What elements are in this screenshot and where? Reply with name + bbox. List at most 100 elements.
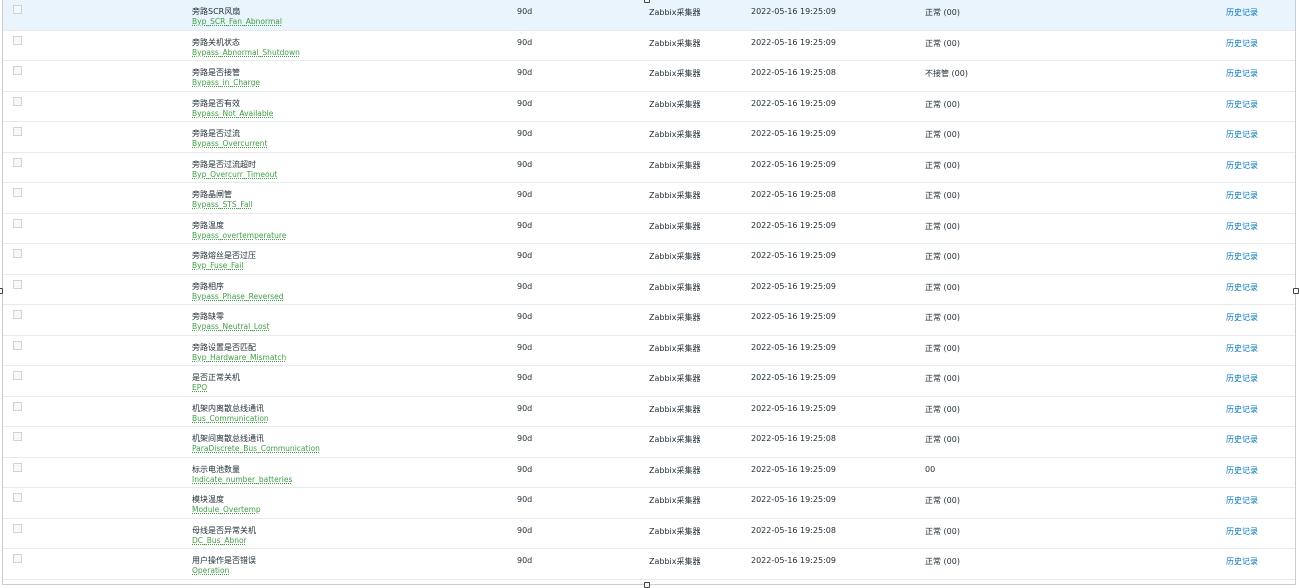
item-last-check: 2022-05-16 19:25:09 (751, 7, 836, 16)
item-key-link[interactable]: EPO (192, 383, 517, 393)
item-key-link[interactable]: Bypass_STS_Fail (192, 200, 517, 210)
row-checkbox[interactable] (13, 218, 22, 228)
history-link[interactable]: 历史记录 (1226, 183, 1258, 201)
item-type: Zabbix采集器 (649, 252, 701, 262)
table-row[interactable]: 母线是否异常关机 DC_Bus_Abnor 90d Zabbix采集器 2022… (3, 518, 1295, 550)
item-key-link[interactable]: Bypass_Neutral_Lost (192, 322, 517, 332)
row-checkbox[interactable] (13, 462, 22, 472)
history-link[interactable]: 历史记录 (1226, 549, 1258, 567)
row-checkbox[interactable] (13, 310, 22, 320)
row-checkbox[interactable] (13, 127, 22, 137)
table-row[interactable]: 是否正常关机 EPO 90d Zabbix采集器 2022-05-16 19:2… (3, 365, 1295, 397)
table-row[interactable]: 旁路缺零 Bypass_Neutral_Lost 90d Zabbix采集器 2… (3, 304, 1295, 336)
item-key-link[interactable]: Bypass_in_Charge (192, 78, 517, 88)
resize-handle-right-middle[interactable] (1293, 288, 1299, 294)
table-row[interactable]: 机架内离散总线通讯 Bus_Communication 90d Zabbix采集… (3, 396, 1295, 428)
item-key-link[interactable]: Bypass_Abnormal_Shutdown (192, 48, 517, 58)
item-key-link[interactable]: Bypass_Not_Available (192, 109, 517, 119)
item-last-check: 2022-05-16 19:25:09 (751, 129, 836, 139)
history-link[interactable]: 历史记录 (1226, 61, 1258, 79)
history-link[interactable]: 历史记录 (1226, 336, 1258, 354)
history-link[interactable]: 历史记录 (1226, 0, 1258, 18)
item-interval: 90d (517, 556, 533, 566)
item-key-link[interactable]: Indicate_number_batteries (192, 475, 517, 485)
item-key-link[interactable]: Byp_Fuse_Fail (192, 261, 517, 271)
resize-handle-bottom-center[interactable] (644, 582, 650, 588)
row-checkbox[interactable] (13, 340, 22, 350)
table-row[interactable]: 旁路晶闸管 Bypass_STS_Fail 90d Zabbix采集器 2022… (3, 182, 1295, 214)
table-row[interactable]: 旁路设置是否匹配 Byp_Hardware_Mismatch 90d Zabbi… (3, 335, 1295, 367)
history-link[interactable]: 历史记录 (1226, 153, 1258, 171)
row-checkbox[interactable] (13, 432, 22, 442)
row-checkbox[interactable] (13, 554, 22, 564)
item-name: 旁路晶闸管 (192, 190, 232, 200)
item-name: 模块温度 (192, 495, 224, 505)
item-key-link[interactable]: Operation (192, 566, 517, 576)
history-link[interactable]: 历史记录 (1226, 305, 1258, 323)
table-row[interactable]: 机架间离散总线通讯 ParaDiscrete_Bus_Communication… (3, 426, 1295, 458)
history-link[interactable]: 历史记录 (1226, 31, 1258, 49)
row-checkbox[interactable] (13, 5, 22, 14)
row-checkbox[interactable] (13, 188, 22, 198)
item-key-link[interactable]: Bypass_overtemperature (192, 231, 517, 241)
resize-handle-top-center[interactable] (644, 0, 650, 3)
table-row[interactable]: 旁路是否过流超时 Byp_Overcurr_Timeout 90d Zabbix… (3, 152, 1295, 184)
history-link[interactable]: 历史记录 (1226, 458, 1258, 476)
item-key-link[interactable]: Bypass_Phase_Reversed (192, 292, 517, 302)
resize-handle-left-middle[interactable] (0, 288, 3, 294)
history-link[interactable]: 历史记录 (1226, 397, 1258, 415)
row-checkbox[interactable] (13, 157, 22, 167)
item-last-check: 2022-05-16 19:25:09 (751, 464, 836, 474)
table-row[interactable]: 旁路关机状态 Bypass_Abnormal_Shutdown 90d Zabb… (3, 30, 1295, 62)
table-row[interactable]: 标示电池数量 Indicate_number_batteries 90d Zab… (3, 457, 1295, 489)
table-row[interactable]: 旁路温度 Bypass_overtemperature 90d Zabbix采集… (3, 213, 1295, 245)
table-row[interactable]: 旁路是否有效 Bypass_Not_Available 90d Zabbix采集… (3, 91, 1295, 123)
item-key-link[interactable]: Byp_SCR_Fan_Abnormal (192, 17, 517, 27)
item-last-value: 正常 (00) (925, 343, 960, 353)
history-link[interactable]: 历史记录 (1226, 122, 1258, 140)
history-link[interactable]: 历史记录 (1226, 244, 1258, 262)
latest-data-table: 旁路SCR风扇 Byp_SCR_Fan_Abnormal 90d Zabbix采… (3, 0, 1295, 580)
row-checkbox[interactable] (13, 66, 22, 76)
row-checkbox[interactable] (13, 249, 22, 259)
item-type: Zabbix采集器 (649, 343, 701, 353)
history-link[interactable]: 历史记录 (1226, 427, 1258, 445)
row-checkbox[interactable] (13, 371, 22, 381)
row-checkbox[interactable] (13, 401, 22, 411)
row-checkbox[interactable] (13, 35, 22, 45)
item-last-value: 正常 (00) (925, 282, 960, 292)
history-link[interactable]: 历史记录 (1226, 488, 1258, 506)
item-name: 是否正常关机 (192, 373, 240, 383)
item-last-value: 正常 (00) (925, 526, 960, 536)
item-type: Zabbix采集器 (649, 99, 701, 109)
item-key-link[interactable]: ParaDiscrete_Bus_Communication (192, 444, 517, 454)
table-row[interactable]: 旁路熔丝是否过压 Byp_Fuse_Fail 90d Zabbix采集器 202… (3, 243, 1295, 275)
history-link[interactable]: 历史记录 (1226, 214, 1258, 232)
item-type: Zabbix采集器 (649, 465, 701, 475)
table-row[interactable]: 旁路相序 Bypass_Phase_Reversed 90d Zabbix采集器… (3, 274, 1295, 306)
item-key-link[interactable]: Module_Overtemp (192, 505, 517, 515)
item-last-check: 2022-05-16 19:25:09 (751, 98, 836, 108)
item-key-link[interactable]: Bypass_Overcurrent (192, 139, 517, 149)
item-key-link[interactable]: Byp_Hardware_Mismatch (192, 353, 517, 363)
item-last-value: 正常 (00) (925, 8, 960, 17)
history-link[interactable]: 历史记录 (1226, 275, 1258, 293)
item-interval: 90d (517, 37, 533, 47)
table-row[interactable]: 模块温度 Module_Overtemp 90d Zabbix采集器 2022-… (3, 487, 1295, 519)
item-last-value: 正常 (00) (925, 221, 960, 231)
row-checkbox[interactable] (13, 523, 22, 533)
item-key-link[interactable]: Byp_Overcurr_Timeout (192, 170, 517, 180)
table-row[interactable]: 用户操作是否错误 Operation 90d Zabbix采集器 2022-05… (3, 548, 1295, 580)
history-link[interactable]: 历史记录 (1226, 92, 1258, 110)
item-key-link[interactable]: Bus_Communication (192, 414, 517, 424)
table-row[interactable]: 旁路是否接管 Bypass_in_Charge 90d Zabbix采集器 20… (3, 60, 1295, 92)
table-row[interactable]: 旁路SCR风扇 Byp_SCR_Fan_Abnormal 90d Zabbix采… (3, 0, 1295, 31)
row-checkbox[interactable] (13, 96, 22, 106)
table-row[interactable]: 旁路是否过流 Bypass_Overcurrent 90d Zabbix采集器 … (3, 121, 1295, 153)
item-type: Zabbix采集器 (649, 374, 701, 384)
history-link[interactable]: 历史记录 (1226, 366, 1258, 384)
item-key-link[interactable]: DC_Bus_Abnor (192, 536, 517, 546)
row-checkbox[interactable] (13, 493, 22, 503)
row-checkbox[interactable] (13, 279, 22, 289)
history-link[interactable]: 历史记录 (1226, 519, 1258, 537)
